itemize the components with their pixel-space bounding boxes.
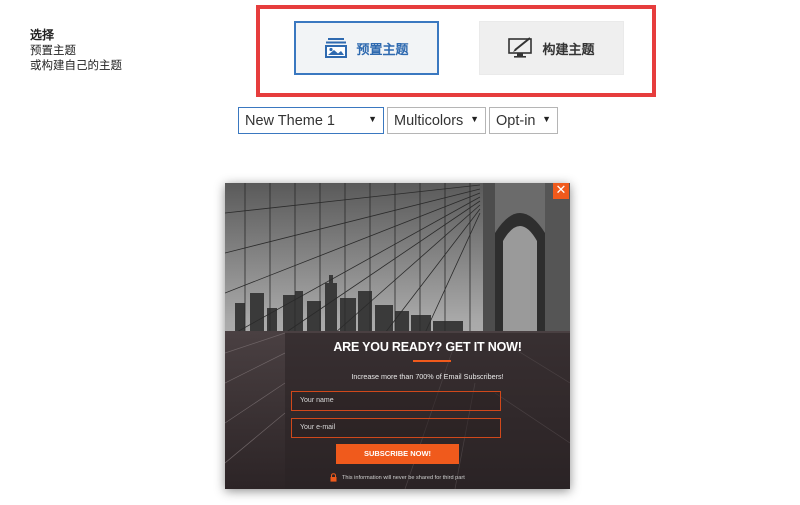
lock-icon (330, 472, 337, 484)
preset-theme-button[interactable]: 预置主题 (294, 21, 439, 75)
type-select-value: Opt-in (496, 112, 536, 129)
sidebar-line-2: 或构建自己的主题 (30, 58, 122, 72)
chevron-down-icon: ▼ (368, 114, 377, 124)
sidebar-line-1: 预置主题 (30, 43, 76, 57)
email-field[interactable]: Your e-mail (291, 418, 501, 438)
type-select[interactable]: Opt-in ▼ (489, 107, 558, 134)
popup-headline: ARE YOU READY? GET IT NOW! (333, 340, 522, 354)
build-theme-label: 构建主题 (542, 42, 595, 58)
headline-underline (413, 360, 451, 362)
color-select[interactable]: Multicolors ▼ (387, 107, 486, 134)
optin-form: ARE YOU READY? GET IT NOW! Increase more… (285, 333, 570, 489)
subscribe-button[interactable]: SUBSCRIBE NOW! (336, 444, 459, 464)
preset-theme-label: 预置主题 (356, 42, 409, 58)
sidebar-title: 选择 (30, 28, 55, 42)
privacy-text: This information will never be shared fo… (342, 475, 465, 481)
image-stack-icon (324, 37, 348, 59)
chevron-down-icon: ▼ (542, 114, 551, 124)
popup-preview: ✕ ARE YOU READY? GET IT NOW! Increase mo… (225, 183, 570, 489)
privacy-note: This information will never be shared fo… (330, 472, 465, 484)
popup-subline: Increase more than 700% of Email Subscri… (351, 372, 504, 381)
theme-select-value: New Theme 1 (245, 112, 335, 129)
chevron-down-icon: ▼ (470, 114, 479, 124)
build-theme-button[interactable]: 构建主题 (479, 21, 624, 75)
monitor-pen-icon (508, 37, 534, 59)
close-icon[interactable]: ✕ (553, 183, 569, 199)
name-field[interactable]: Your name (291, 391, 501, 411)
sidebar-label: 选择 预置主题 或构建自己的主题 (30, 28, 190, 73)
color-select-value: Multicolors (394, 112, 464, 129)
theme-select[interactable]: New Theme 1 ▼ (238, 107, 384, 134)
